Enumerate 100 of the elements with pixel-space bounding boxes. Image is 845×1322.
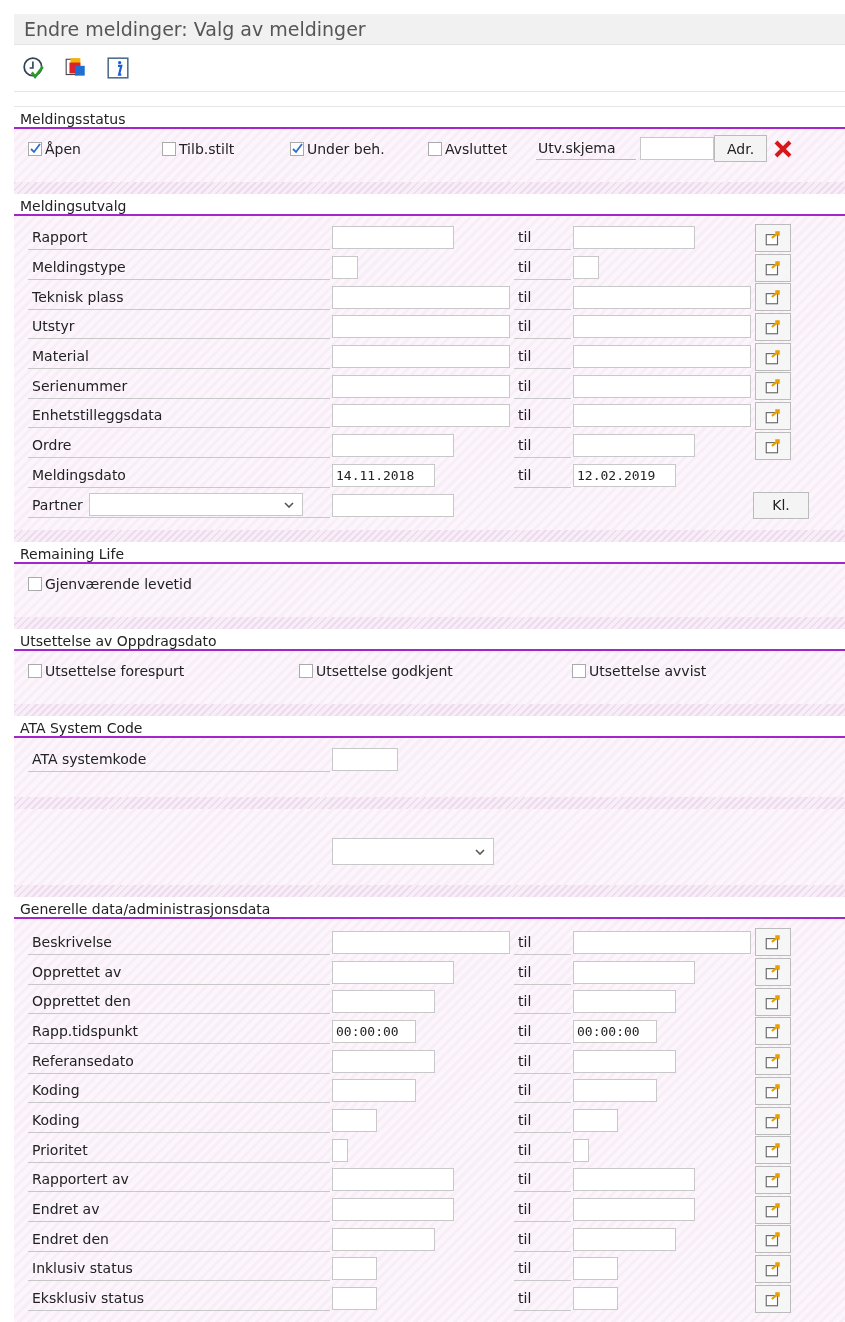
input-field[interactable]	[332, 1138, 348, 1162]
multiple-selection-button[interactable]	[755, 1284, 791, 1313]
input-field[interactable]	[332, 748, 398, 772]
input-field[interactable]	[332, 374, 510, 398]
input-field[interactable]	[573, 256, 599, 280]
input-field[interactable]	[332, 226, 454, 250]
input-field[interactable]	[573, 285, 751, 309]
checkbox[interactable]	[290, 141, 304, 156]
input-field[interactable]	[332, 1049, 435, 1073]
multiple-selection-button[interactable]	[755, 372, 791, 401]
input-field[interactable]	[332, 1079, 416, 1103]
multiple-selection-button[interactable]	[755, 1165, 791, 1194]
input-field[interactable]	[332, 285, 510, 309]
arrow-box-icon	[764, 1141, 782, 1160]
multiple-selection-button[interactable]	[755, 958, 791, 987]
multiple-selection-button[interactable]	[755, 987, 791, 1016]
input-field[interactable]: 00:00:00	[573, 1019, 657, 1043]
field-label: til	[514, 403, 571, 429]
input-field[interactable]	[640, 137, 714, 160]
checkbox[interactable]	[28, 141, 42, 156]
input-field[interactable]	[573, 1198, 695, 1222]
checkbox[interactable]	[572, 664, 586, 679]
multiple-selection-button[interactable]	[755, 431, 791, 460]
checkbox-option[interactable]: Utsettelse godkjent	[299, 663, 572, 680]
input-field[interactable]: 00:00:00	[332, 1019, 416, 1043]
input-field[interactable]	[573, 1287, 618, 1311]
checkbox-option[interactable]: Tilb.stilt	[162, 140, 290, 157]
input-field[interactable]	[573, 1257, 618, 1281]
input-field[interactable]	[573, 1049, 676, 1073]
input-field[interactable]	[573, 960, 695, 984]
input-field[interactable]	[332, 256, 358, 280]
field-label: til	[514, 284, 571, 310]
multiple-selection-button[interactable]	[755, 1106, 791, 1135]
checkbox-option[interactable]: Under beh.	[290, 140, 428, 157]
input-field[interactable]	[573, 345, 751, 369]
field-label: til	[514, 1048, 571, 1074]
checkbox-option[interactable]: Utsettelse avvist	[572, 663, 845, 680]
input-field[interactable]	[332, 990, 435, 1014]
input-field[interactable]	[332, 1287, 377, 1311]
input-field[interactable]: 12.02.2019	[573, 463, 676, 487]
input-field[interactable]	[332, 1257, 377, 1281]
chevron-down-icon	[283, 501, 294, 508]
address-button[interactable]: Adr.	[714, 135, 768, 162]
input-field[interactable]	[332, 434, 454, 458]
checkbox-option[interactable]: Åpen	[28, 140, 162, 157]
multiple-selection-button[interactable]	[755, 928, 791, 957]
multiple-selection-button[interactable]	[755, 253, 791, 282]
input-field[interactable]	[573, 404, 751, 428]
checkbox[interactable]	[28, 664, 42, 679]
dropdown[interactable]	[88, 493, 303, 517]
input-field[interactable]	[573, 1109, 618, 1133]
multiple-selection-button[interactable]	[755, 1047, 791, 1076]
input-field[interactable]	[332, 1198, 454, 1222]
multiple-selection-button[interactable]	[755, 1195, 791, 1224]
input-field[interactable]	[332, 493, 454, 517]
multiple-selection-button[interactable]	[755, 1017, 791, 1046]
input-field[interactable]	[332, 1109, 377, 1133]
input-field[interactable]	[573, 930, 751, 954]
multiple-selection-button[interactable]	[755, 1225, 791, 1254]
field-label: Inklusiv status	[28, 1256, 330, 1282]
input-field[interactable]	[573, 434, 695, 458]
delete-icon[interactable]	[773, 138, 794, 159]
input-field[interactable]	[573, 374, 751, 398]
input-field[interactable]	[573, 1138, 589, 1162]
checkbox-option[interactable]: Gjenværende levetid	[28, 576, 304, 593]
multiple-selection-button[interactable]	[755, 312, 791, 341]
multiple-selection-button[interactable]	[755, 342, 791, 371]
arrow-box-icon	[764, 1230, 782, 1249]
input-field[interactable]	[573, 315, 751, 339]
multiple-selection-button[interactable]	[755, 401, 791, 430]
input-field[interactable]	[573, 1079, 657, 1103]
input-field[interactable]	[332, 1168, 454, 1192]
input-field[interactable]	[332, 960, 454, 984]
input-field[interactable]	[573, 1227, 676, 1251]
checkbox-option[interactable]: Avsluttet	[428, 140, 536, 157]
field-label: Ordre	[28, 433, 330, 459]
kl-button[interactable]: Kl.	[753, 491, 809, 519]
input-field[interactable]	[573, 990, 676, 1014]
execute-icon[interactable]	[22, 56, 46, 80]
multiple-selection-button[interactable]	[755, 1136, 791, 1165]
multiple-selection-button[interactable]	[755, 1254, 791, 1283]
field-label: til	[514, 255, 571, 281]
input-field[interactable]: 14.11.2018	[332, 463, 435, 487]
checkbox[interactable]	[428, 141, 442, 156]
multiple-selection-button[interactable]	[755, 283, 791, 312]
input-field[interactable]	[332, 404, 510, 428]
input-field[interactable]	[332, 1227, 435, 1251]
checkbox[interactable]	[162, 141, 176, 156]
input-field[interactable]	[332, 315, 510, 339]
checkbox-option[interactable]: Utsettelse forespurt	[28, 663, 300, 680]
input-field[interactable]	[573, 1168, 695, 1192]
input-field[interactable]	[573, 226, 695, 250]
input-field[interactable]	[332, 345, 510, 369]
multiple-selection-button[interactable]	[755, 1076, 791, 1105]
input-field[interactable]	[332, 930, 510, 954]
multiple-selection-button[interactable]	[755, 223, 791, 252]
info-icon[interactable]	[106, 56, 130, 80]
dropdown[interactable]	[332, 838, 494, 866]
checkbox[interactable]	[299, 664, 314, 679]
checkbox[interactable]	[28, 577, 42, 592]
